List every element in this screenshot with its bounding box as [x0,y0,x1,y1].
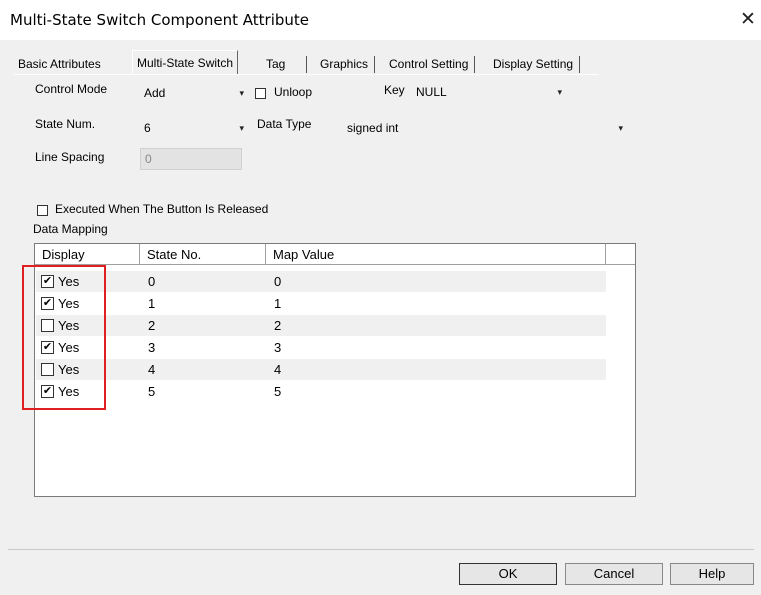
column-header-state-no[interactable]: State No. [140,244,266,265]
executed-on-release-checkbox[interactable] [37,205,48,216]
tab-display-setting[interactable]: Display Setting [489,54,581,74]
state-no-cell: 4 [148,362,156,377]
tab-label: Control Setting [389,57,469,71]
line-spacing-label: Line Spacing [35,150,105,164]
tab-separator [306,56,308,73]
data-mapping-list[interactable]: Display State No. Map Value ✔ Yes 0 0 ✔ … [34,243,636,497]
column-header-display[interactable]: Display [35,244,140,265]
control-mode-label: Control Mode [35,82,108,96]
table-row[interactable]: ✔ Yes 0 0 [36,271,606,292]
title-bar: Multi-State Switch Component Attribute ✕ [0,0,761,40]
unloop-label: Unloop [274,85,313,99]
map-value-cell: 0 [274,274,282,289]
tab-separator [374,56,376,73]
key-value: NULL [416,85,447,99]
column-header-map-value[interactable]: Map Value [266,244,606,265]
data-type-value: signed int [347,121,399,135]
column-header-filler [606,244,635,265]
tab-label: Graphics [320,57,369,71]
table-row[interactable]: ✔ Yes 5 5 [36,381,606,402]
window-title: Multi-State Switch Component Attribute [10,11,309,29]
map-value-cell: 2 [274,318,282,333]
data-type-label: Data Type [257,117,312,131]
map-value-cell: 1 [274,296,282,311]
state-no-cell: 5 [148,384,156,399]
control-mode-value: Add [144,86,166,100]
tab-graphics[interactable]: Graphics [316,54,376,74]
data-mapping-label: Data Mapping [33,222,108,236]
chevron-down-icon: ▾ [618,123,623,133]
state-num-select[interactable]: 6 ▾ [140,118,246,138]
tab-label: Basic Attributes [18,57,101,71]
tab-separator [474,56,476,73]
state-num-value: 6 [144,121,151,135]
data-type-select[interactable]: signed int ▾ [343,118,625,138]
control-mode-select[interactable]: Add ▾ [140,83,246,103]
tab-tag[interactable]: Tag [262,54,308,74]
tab-separator [579,56,581,73]
tab-label: Multi-State Switch [137,56,234,70]
tab-label: Tag [266,57,286,71]
ok-button[interactable]: OK [459,563,557,585]
tab-control-setting[interactable]: Control Setting [385,54,476,74]
key-label: Key [384,83,405,97]
table-row[interactable]: Yes 4 4 [36,359,606,380]
tab-label: Display Setting [493,57,574,71]
table-row[interactable]: ✔ Yes 1 1 [36,293,606,314]
tab-strip-line [14,74,598,75]
help-button[interactable]: Help [670,563,754,585]
unloop-checkbox[interactable] [255,88,266,99]
state-num-label: State Num. [35,117,96,131]
table-row[interactable]: ✔ Yes 3 3 [36,337,606,358]
map-value-cell: 5 [274,384,282,399]
cancel-button[interactable]: Cancel [565,563,663,585]
chevron-down-icon: ▾ [239,88,244,98]
executed-on-release-label: Executed When The Button Is Released [55,202,269,216]
state-no-cell: 3 [148,340,156,355]
tab-multi-state-switch[interactable]: Multi-State Switch [132,50,239,75]
state-no-cell: 1 [148,296,156,311]
state-no-cell: 0 [148,274,156,289]
table-row[interactable]: Yes 2 2 [36,315,606,336]
state-no-cell: 2 [148,318,156,333]
chevron-down-icon: ▾ [239,123,244,133]
line-spacing-input: 0 [140,148,242,170]
highlight-box [22,265,106,410]
map-value-cell: 4 [274,362,282,377]
footer-separator [8,549,754,550]
key-select[interactable]: NULL ▾ [412,82,564,102]
map-value-cell: 3 [274,340,282,355]
chevron-down-icon: ▾ [557,87,562,97]
tab-basic-attributes[interactable]: Basic Attributes [14,54,105,74]
close-icon[interactable]: ✕ [735,6,761,34]
